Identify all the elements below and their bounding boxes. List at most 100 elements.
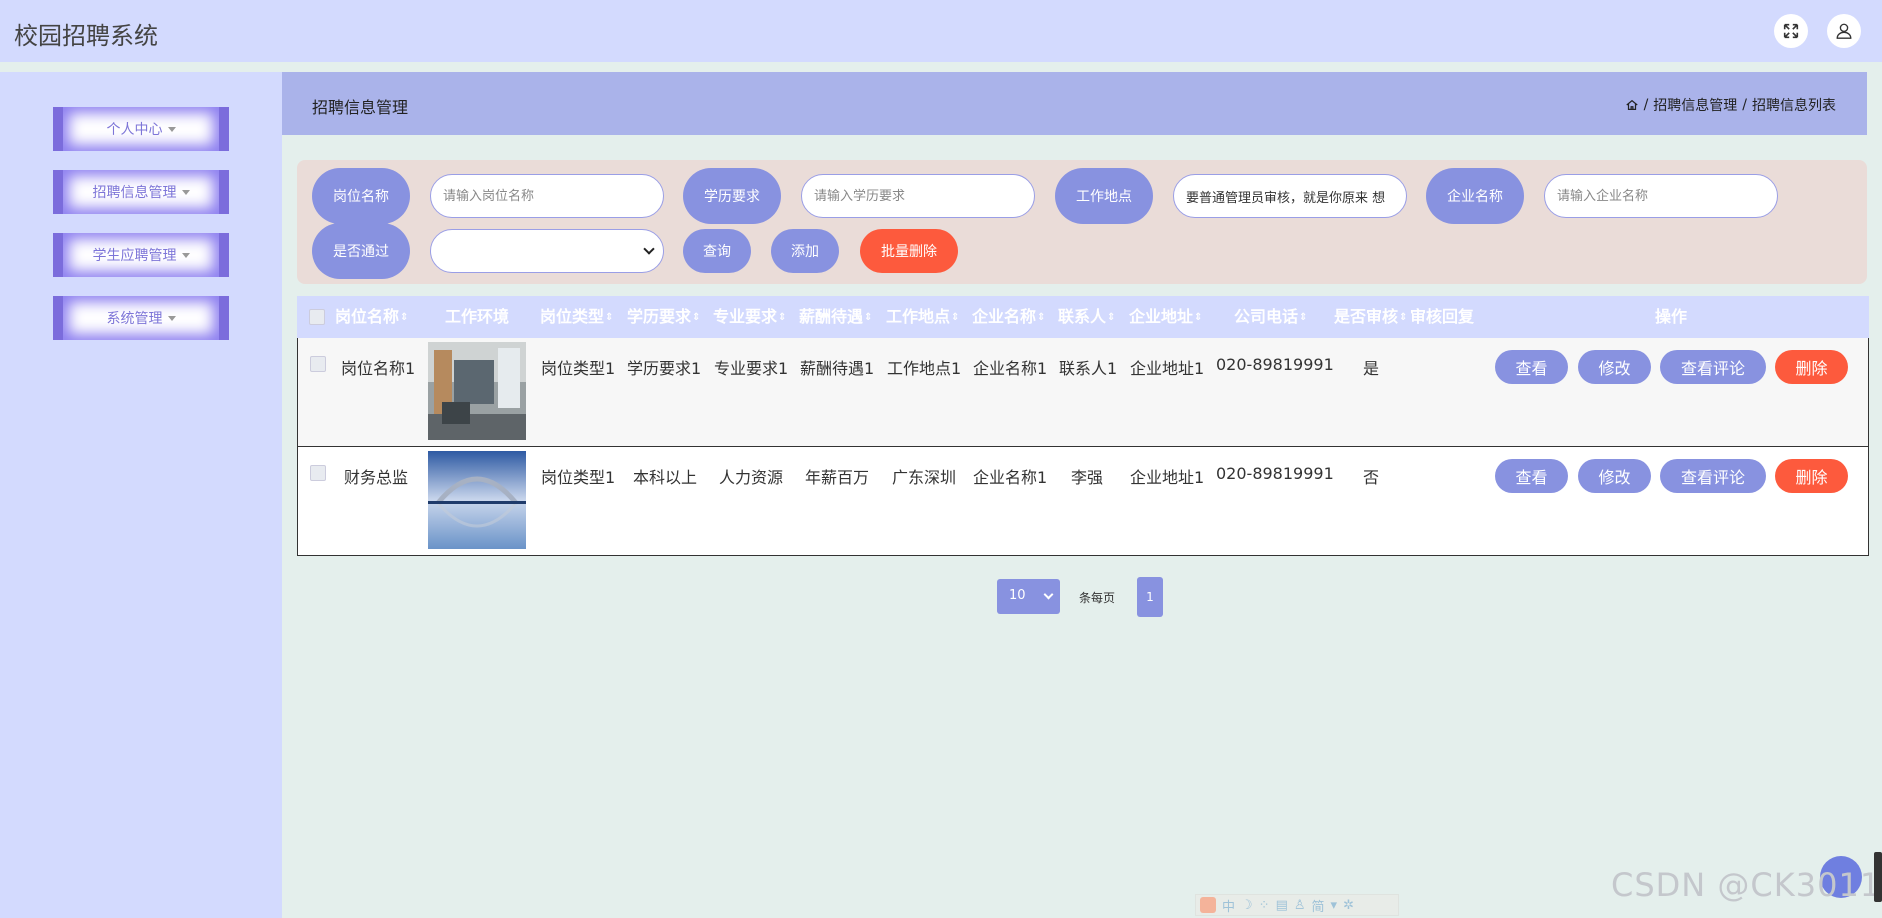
page-size-select[interactable]: 10	[997, 579, 1060, 614]
delete-button[interactable]: 删除	[1775, 350, 1848, 384]
caret-down-icon	[181, 252, 190, 258]
cell-reviewed: 是	[1363, 359, 1380, 378]
edit-button[interactable]: 修改	[1578, 350, 1651, 384]
sidebar-item-label: 系统管理	[106, 311, 163, 327]
cell-address: 企业地址1	[1130, 359, 1205, 378]
top-header: 校园招聘系统	[0, 0, 1882, 62]
user-icon	[1836, 23, 1852, 39]
caret-down-icon	[181, 189, 190, 195]
cell-position: 财务总监	[344, 468, 409, 487]
passed-select[interactable]	[430, 229, 664, 273]
sidebar-item-student-applications[interactable]: 学生应聘管理	[53, 233, 229, 277]
edit-button[interactable]: 修改	[1578, 459, 1651, 493]
column-header-phone[interactable]: 公司电话⇕	[1234, 296, 1307, 338]
cell-location: 工作地点1	[887, 359, 962, 378]
view-button[interactable]: 查看	[1495, 350, 1568, 384]
watermark: CSDN @CK3011	[1611, 866, 1882, 904]
select-all-checkbox[interactable]	[309, 309, 325, 325]
column-header-salary[interactable]: 薪酬待遇⇕	[799, 296, 872, 338]
sort-icon: ⇕	[1194, 311, 1203, 323]
caret-down-icon	[167, 315, 176, 321]
sort-icon: ⇕	[692, 311, 701, 323]
column-header-company[interactable]: 企业名称⇕	[972, 296, 1045, 338]
scroll-edge	[1874, 852, 1882, 902]
column-header-reply: 审核回复	[1410, 307, 1475, 326]
column-header-contact[interactable]: 联系人⇕	[1058, 296, 1115, 338]
row-checkbox[interactable]	[310, 465, 326, 481]
cell-location: 广东深圳	[892, 468, 957, 487]
cell-address: 企业地址1	[1130, 468, 1205, 487]
add-button[interactable]: 添加	[771, 229, 839, 273]
breadcrumb-recruitment-management[interactable]: 招聘信息管理	[1653, 95, 1737, 115]
cell-contact: 联系人1	[1059, 359, 1118, 378]
company-name-input[interactable]	[1544, 174, 1778, 218]
home-icon[interactable]	[1625, 98, 1639, 112]
table-row: 财务总监 岗位类型1 本科以上 人力资源 年薪百万 广东深圳 企业名称1 李强 …	[297, 447, 1869, 556]
ime-logo-icon	[1200, 897, 1216, 913]
bridge-landscape-image	[428, 451, 526, 549]
app-title: 校园招聘系统	[14, 22, 158, 50]
cell-phone: 020-89819991	[1216, 355, 1334, 374]
column-header-position[interactable]: 岗位名称⇕	[335, 296, 408, 338]
sidebar-item-label: 招聘信息管理	[92, 185, 177, 201]
sidebar-item-system[interactable]: 系统管理	[53, 296, 229, 340]
search-panel: 岗位名称 学历要求 工作地点 企业名称 是否通过 查询 添加 批量删除	[297, 160, 1867, 284]
cell-salary: 薪酬待遇1	[800, 359, 875, 378]
column-header-address[interactable]: 企业地址⇕	[1129, 296, 1202, 338]
sort-icon: ⇕	[864, 311, 873, 323]
sort-icon: ⇕	[1299, 311, 1308, 323]
column-header-major[interactable]: 专业要求⇕	[713, 296, 786, 338]
view-comments-button[interactable]: 查看评论	[1660, 350, 1766, 384]
query-button[interactable]: 查询	[683, 229, 751, 273]
position-name-input[interactable]	[430, 174, 664, 218]
location-input[interactable]	[1173, 174, 1407, 218]
gear-icon: ✲	[1343, 897, 1354, 913]
dots-icon: ⁘	[1258, 897, 1270, 913]
ime-mode-label: 中	[1222, 899, 1236, 915]
batch-delete-button[interactable]: 批量删除	[860, 229, 958, 273]
breadcrumb-bar: 招聘信息管理 / 招聘信息管理 / 招聘信息列表	[282, 72, 1867, 135]
sort-icon: ⇕	[1107, 311, 1116, 323]
cell-major: 专业要求1	[714, 359, 789, 378]
cell-contact: 李强	[1071, 468, 1104, 487]
passed-label: 是否通过	[312, 223, 410, 279]
sort-icon: ⇕	[1399, 311, 1408, 323]
sort-icon: ⇕	[778, 311, 787, 323]
sidebar: 个人中心 招聘信息管理 学生应聘管理 系统管理	[0, 72, 282, 918]
cell-salary: 年薪百万	[805, 468, 870, 487]
view-button[interactable]: 查看	[1495, 459, 1568, 493]
cell-type: 岗位类型1	[541, 359, 616, 378]
cell-education: 本科以上	[633, 468, 698, 487]
sort-icon: ⇕	[605, 311, 614, 323]
company-name-label: 企业名称	[1426, 168, 1524, 224]
page-title: 招聘信息管理	[312, 98, 409, 117]
shirt-icon: ▾	[1330, 897, 1338, 913]
column-header-education[interactable]: 学历要求⇕	[627, 296, 700, 338]
user-button[interactable]	[1827, 14, 1861, 48]
sidebar-item-personal-center[interactable]: 个人中心	[53, 107, 229, 151]
fullscreen-icon	[1783, 23, 1799, 39]
education-input[interactable]	[801, 174, 1035, 218]
column-header-location[interactable]: 工作地点⇕	[886, 296, 959, 338]
table-header: 岗位名称⇕ 工作环境 岗位类型⇕ 学历要求⇕ 专业要求⇕ 薪酬待遇⇕ 工作地点⇕…	[297, 296, 1869, 338]
column-header-reviewed[interactable]: 是否审核⇕	[1334, 296, 1407, 338]
column-header-type[interactable]: 岗位类型⇕	[540, 296, 613, 338]
table-row: 岗位名称1 岗位类型1 学历要求1 专业要求1 薪酬待遇1 工作地点1 企业名称…	[297, 338, 1869, 447]
sidebar-item-label: 学生应聘管理	[92, 248, 177, 264]
cell-company: 企业名称1	[973, 359, 1048, 378]
delete-button[interactable]: 删除	[1775, 459, 1848, 493]
chevron-down-icon	[1043, 589, 1054, 600]
ime-simplified-label: 简	[1311, 899, 1325, 915]
cell-type: 岗位类型1	[541, 468, 616, 487]
page-size-value: 10	[1009, 588, 1026, 603]
row-checkbox[interactable]	[310, 356, 326, 372]
chevron-down-icon	[643, 243, 655, 255]
position-name-label: 岗位名称	[312, 168, 410, 224]
cell-company: 企业名称1	[973, 468, 1048, 487]
fullscreen-button[interactable]	[1774, 14, 1808, 48]
ime-toolbar[interactable]: 中 ☽ ⁘ ▤ ♙ 简 ▾ ✲	[1195, 894, 1399, 916]
location-label: 工作地点	[1055, 168, 1153, 224]
view-comments-button[interactable]: 查看评论	[1660, 459, 1766, 493]
sidebar-item-recruitment-info[interactable]: 招聘信息管理	[53, 170, 229, 214]
page-number-button[interactable]: 1	[1137, 577, 1163, 617]
